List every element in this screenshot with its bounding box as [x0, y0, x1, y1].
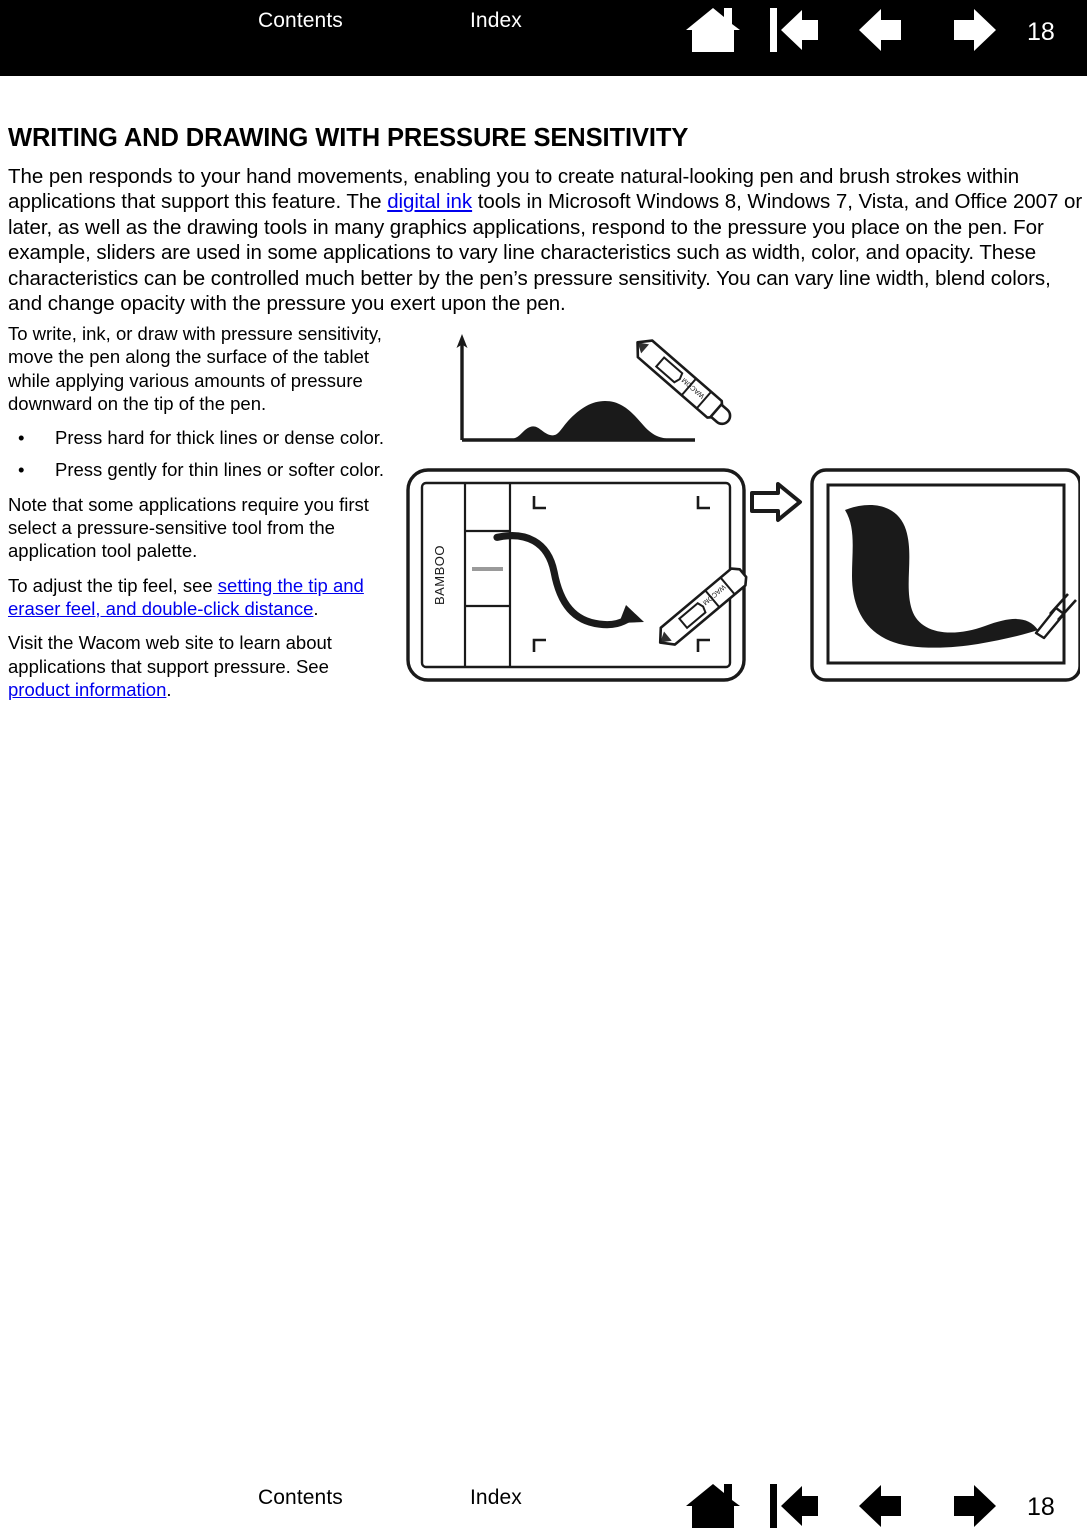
intro-paragraph: The pen responds to your hand movements,… — [8, 164, 1083, 318]
bullet-icon: • — [18, 427, 25, 449]
first-page-icon[interactable] — [768, 1480, 830, 1537]
diagram-svg: WACOM BAMBOO WACOM — [406, 334, 1082, 682]
header-navigation-bar: Contents Index 18 — [0, 0, 1087, 76]
page-title: WRITING AND DRAWING WITH PRESSURE SENSIT… — [8, 124, 689, 153]
footer-contents-link[interactable]: Contents — [258, 1485, 343, 1511]
bamboo-tablet: BAMBOO — [406, 468, 746, 682]
note-paragraph: Note that some applications require you … — [8, 493, 369, 562]
footer-index-link[interactable]: Index — [470, 1485, 522, 1511]
header-contents-link[interactable]: Contents — [258, 8, 343, 34]
stylus-pen-top: WACOM — [636, 339, 732, 426]
header-index-link[interactable]: Index — [470, 8, 522, 34]
tip-feel-paragraph: To adjust the tip feel, see setting the … — [8, 574, 388, 621]
next-page-icon[interactable] — [944, 1480, 1006, 1537]
home-icon[interactable] — [680, 4, 750, 61]
bullet-icon: • — [18, 459, 25, 481]
next-page-icon[interactable] — [944, 4, 1006, 61]
wacom-site-prefix: Visit the Wacom web site to learn about … — [8, 632, 332, 677]
list-item-label: Press gently for thin lines or softer co… — [55, 459, 385, 481]
header-page-number: 18 — [1027, 18, 1055, 46]
list-item-label: Press hard for thick lines or dense colo… — [55, 427, 385, 449]
pressure-tips-list: • Press hard for thick lines or dense co… — [8, 426, 388, 482]
transfer-arrow-icon — [750, 482, 802, 522]
tip-feel-suffix: . — [313, 597, 319, 619]
left-column: To write, ink, or draw with pressure sen… — [8, 322, 388, 712]
footer-page-number: 18 — [1027, 1493, 1055, 1521]
left-intro-paragraph: To write, ink, or draw with pressure sen… — [8, 323, 382, 414]
pressure-sensitivity-diagram: WACOM BAMBOO WACOM — [400, 318, 1082, 698]
list-item: • Press hard for thick lines or dense co… — [8, 426, 388, 449]
home-icon[interactable] — [680, 1480, 750, 1537]
footer-navigation-bar: Contents Index 18 — [0, 1460, 1087, 1528]
screen-output — [810, 468, 1082, 682]
tip-feel-prefix: To adjust the tip feel, see — [8, 574, 218, 596]
wacom-site-suffix: . — [166, 678, 172, 700]
list-item: • Press gently for thin lines or softer … — [8, 458, 388, 481]
product-information-link[interactable]: product information — [8, 679, 166, 700]
wacom-site-paragraph: Visit the Wacom web site to learn about … — [8, 631, 388, 701]
previous-page-icon[interactable] — [855, 1480, 917, 1537]
digital-ink-link[interactable]: digital ink — [387, 190, 472, 213]
previous-page-icon[interactable] — [855, 4, 917, 61]
bamboo-logo-text: BAMBOO — [432, 545, 447, 605]
first-page-icon[interactable] — [768, 4, 830, 61]
